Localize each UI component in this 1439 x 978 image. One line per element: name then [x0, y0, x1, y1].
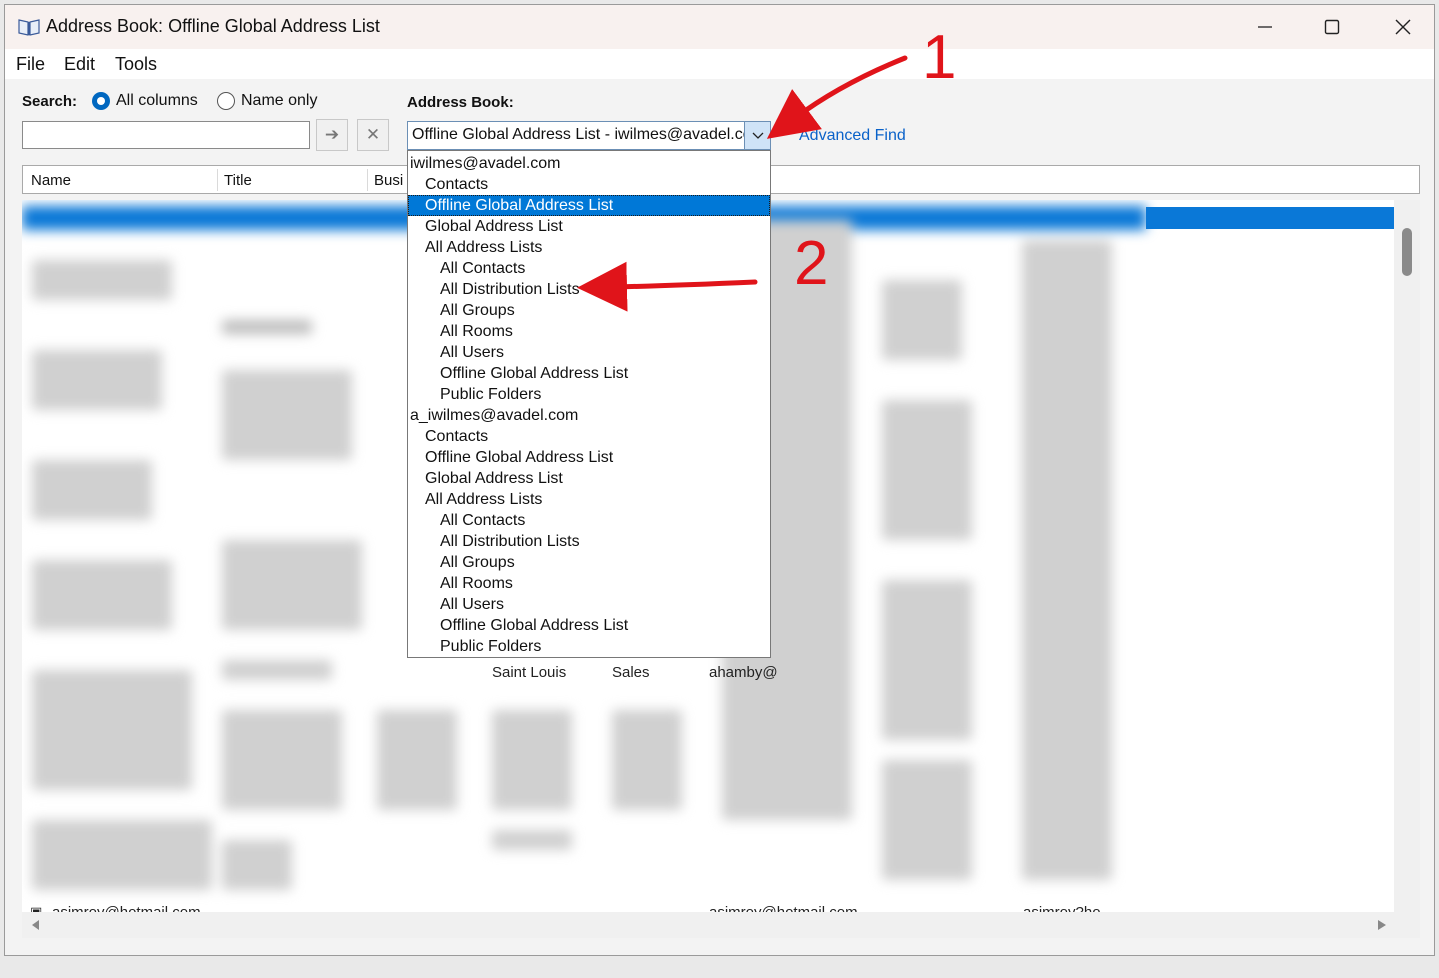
annotation-arrow-1: [766, 55, 908, 139]
annotation-arrows: [577, 55, 908, 312]
annotation-arrow-2: [577, 261, 758, 312]
